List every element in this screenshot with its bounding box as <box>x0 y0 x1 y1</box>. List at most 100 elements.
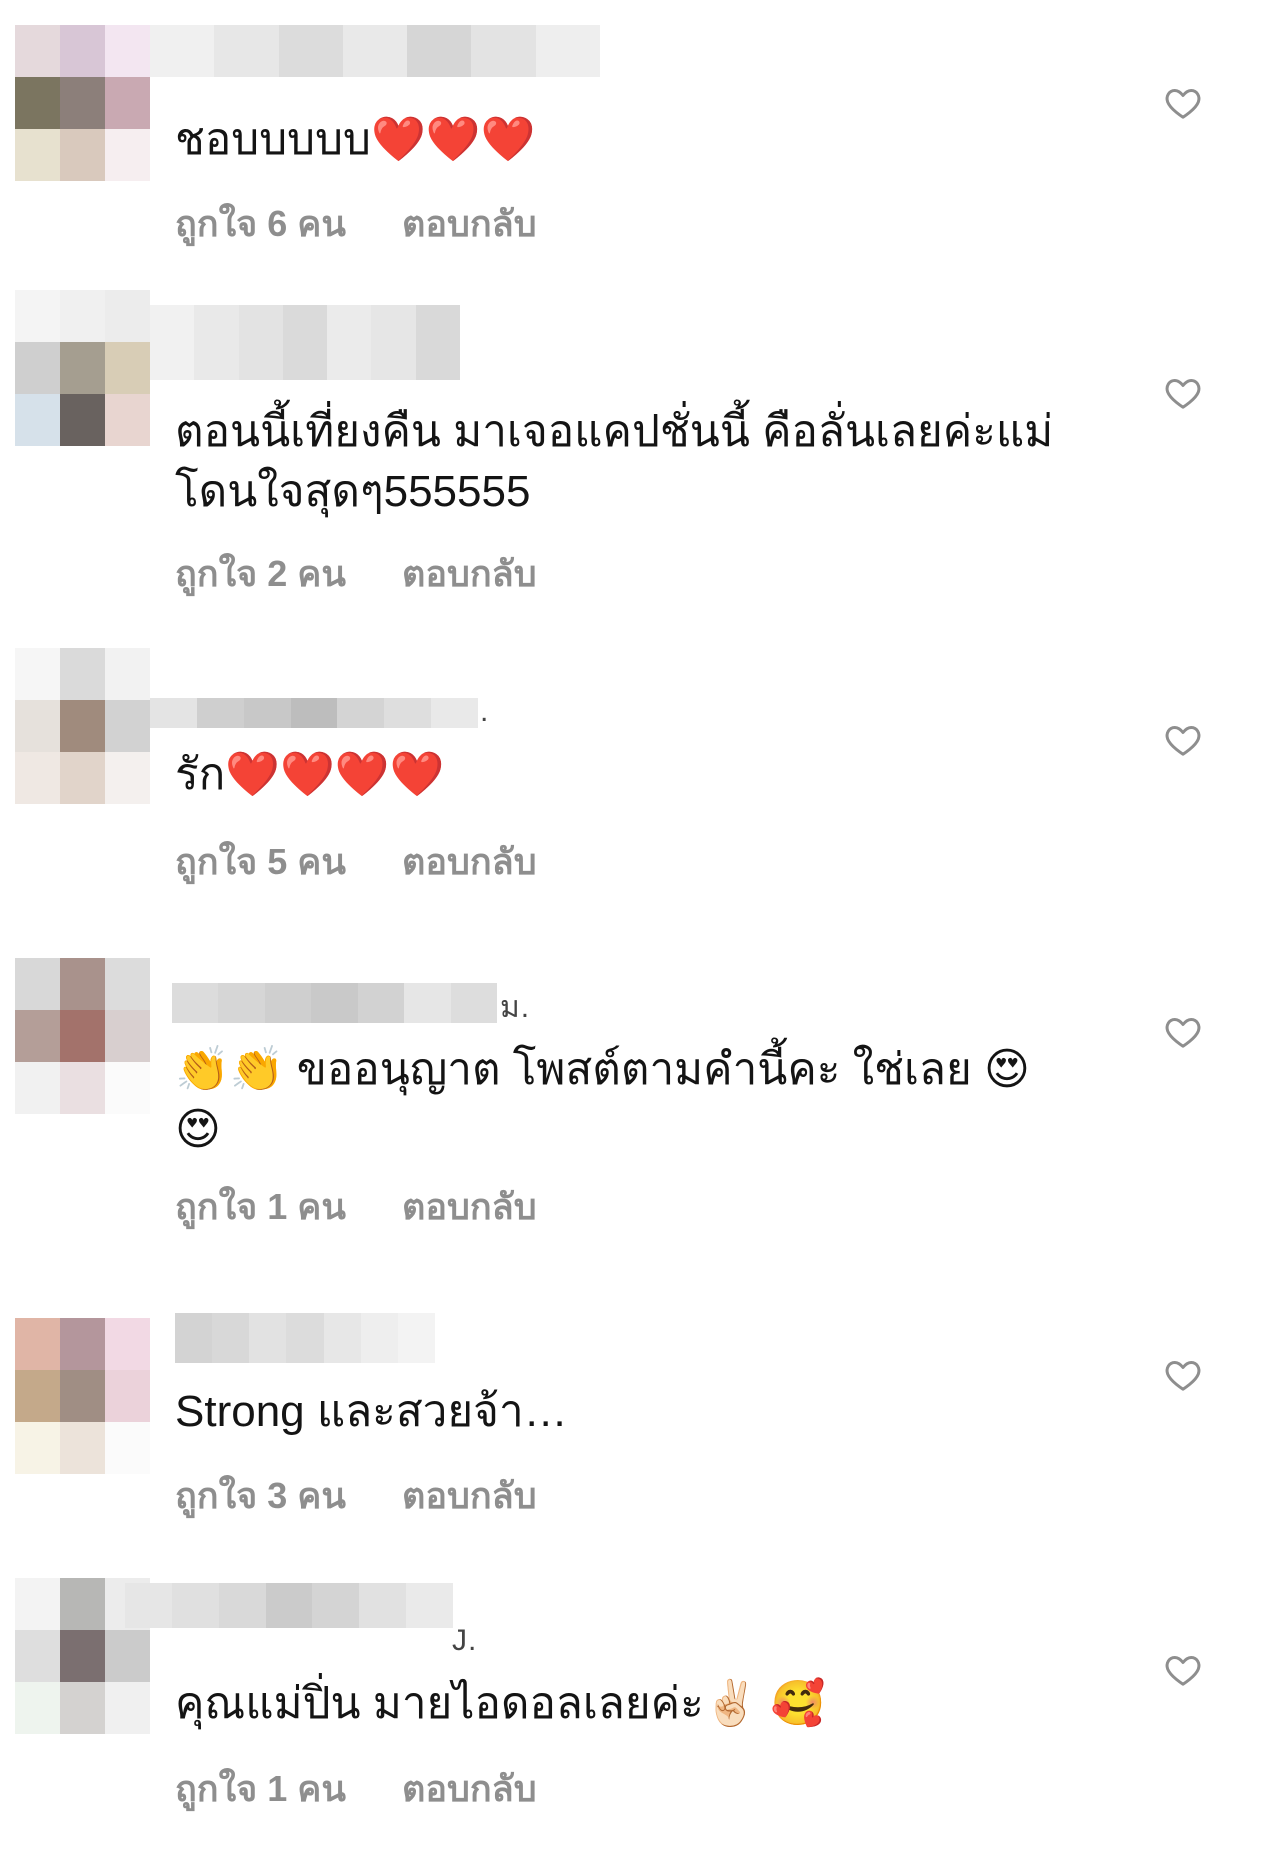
avatar-pixel <box>15 1422 60 1474</box>
username-pixel <box>290 698 338 728</box>
heart-icon[interactable] <box>1163 1355 1203 1395</box>
reply-button[interactable]: ตอบกลับ <box>402 1760 537 1817</box>
avatar[interactable] <box>15 648 150 804</box>
avatar[interactable] <box>15 290 150 446</box>
comment-text: คุณแม่ปิ่น มายไอดอลเลยค่ะ✌🏻 🥰 <box>175 1679 826 1728</box>
username-pixel <box>218 983 265 1023</box>
avatar-pixel <box>60 648 105 700</box>
username-pixel <box>342 25 408 77</box>
avatar-pixel <box>60 1422 105 1474</box>
avatar-pixel <box>15 129 60 181</box>
username-pixel <box>407 25 472 77</box>
avatar-pixel <box>15 342 60 394</box>
avatar-pixel <box>105 1422 150 1474</box>
avatar-pixel <box>105 1370 150 1422</box>
comment-meta: ถูกใจ 2 คน ตอบกลับ <box>175 545 537 602</box>
avatar-pixel <box>105 752 150 804</box>
avatar[interactable] <box>15 25 150 181</box>
avatar-pixel <box>60 129 105 181</box>
like-count[interactable]: ถูกใจ 1 คน <box>175 1760 346 1817</box>
username-pixel <box>359 1583 407 1628</box>
avatar-pixel <box>105 700 150 752</box>
username-blurred[interactable] <box>150 25 600 77</box>
username-pixel <box>360 1313 398 1363</box>
heart-icon[interactable] <box>1163 373 1203 413</box>
username-pixel <box>278 25 343 77</box>
reply-button[interactable]: ตอบกลับ <box>402 1178 537 1235</box>
username-pixel <box>194 305 239 380</box>
username-pixel <box>243 698 291 728</box>
avatar-pixel <box>105 1010 150 1062</box>
heart-icon[interactable] <box>1163 1012 1203 1052</box>
like-count[interactable]: ถูกใจ 3 คน <box>175 1467 346 1524</box>
reply-button[interactable]: ตอบกลับ <box>402 1467 537 1524</box>
username-pixel <box>286 1313 324 1363</box>
username-pixel <box>125 1583 172 1628</box>
avatar-pixel <box>15 77 60 129</box>
reply-button[interactable]: ตอบกลับ <box>402 833 537 890</box>
username-pixel <box>150 698 197 728</box>
avatar-pixel <box>105 1630 150 1682</box>
username-pixel <box>150 305 195 380</box>
heart-icon[interactable] <box>1163 83 1203 123</box>
username-blurred[interactable] <box>125 1583 453 1628</box>
username-blurred[interactable] <box>150 305 460 380</box>
avatar-pixel <box>15 1370 60 1422</box>
comments-page: { "comments": [ { "text": "ชอบบบบบ❤️❤️❤️… <box>0 0 1280 1873</box>
avatar-pixel <box>15 1318 60 1370</box>
avatar-pixel <box>15 700 60 752</box>
avatar-pixel <box>15 1630 60 1682</box>
avatar-pixel <box>60 1682 105 1734</box>
avatar[interactable] <box>15 958 150 1114</box>
like-count[interactable]: ถูกใจ 2 คน <box>175 545 346 602</box>
username-suffix: . <box>480 695 490 728</box>
avatar-pixel <box>105 394 150 446</box>
avatar[interactable] <box>15 1318 150 1474</box>
avatar-pixel <box>15 1062 60 1114</box>
username-pixel <box>282 305 328 380</box>
avatar-pixel <box>60 1318 105 1370</box>
comment-meta: ถูกใจ 1 คน ตอบกลับ <box>175 1760 537 1817</box>
avatar-pixel <box>105 342 150 394</box>
reply-button[interactable]: ตอบกลับ <box>402 195 537 252</box>
comment-text: ชอบบบบบ❤️❤️❤️ <box>175 115 536 164</box>
username-blurred[interactable] <box>175 1313 435 1363</box>
avatar-pixel <box>60 1630 105 1682</box>
comment-meta: ถูกใจ 6 คน ตอบกลับ <box>175 195 537 252</box>
username-pixel <box>431 698 478 728</box>
like-count[interactable]: ถูกใจ 6 คน <box>175 195 346 252</box>
username-pixel <box>196 698 244 728</box>
avatar-pixel <box>60 1370 105 1422</box>
avatar-pixel <box>105 129 150 181</box>
username-blurred[interactable] <box>150 698 478 728</box>
username-pixel <box>312 1583 360 1628</box>
avatar-pixel <box>15 958 60 1010</box>
avatar-pixel <box>60 290 105 342</box>
username-suffix: J. <box>452 1624 478 1657</box>
username-blurred[interactable] <box>172 983 497 1023</box>
heart-icon[interactable] <box>1163 1650 1203 1690</box>
avatar-pixel <box>60 77 105 129</box>
like-count[interactable]: ถูกใจ 5 คน <box>175 833 346 890</box>
username-pixel <box>311 983 358 1023</box>
username-pixel <box>357 983 405 1023</box>
avatar-pixel <box>15 648 60 700</box>
avatar-pixel <box>105 290 150 342</box>
avatar-pixel <box>15 1682 60 1734</box>
username-pixel <box>175 1313 213 1363</box>
username-pixel <box>249 1313 287 1363</box>
username-pixel <box>384 698 432 728</box>
username-pixel <box>397 1313 435 1363</box>
avatar-pixel <box>105 25 150 77</box>
avatar-pixel <box>15 1578 60 1630</box>
username-pixel <box>415 305 460 380</box>
like-count[interactable]: ถูกใจ 1 คน <box>175 1178 346 1235</box>
heart-icon[interactable] <box>1163 720 1203 760</box>
username-pixel <box>450 983 497 1023</box>
comment-text: รัก❤️❤️❤️❤️ <box>175 750 445 799</box>
reply-button[interactable]: ตอบกลับ <box>402 545 537 602</box>
avatar-pixel <box>60 700 105 752</box>
username-pixel <box>172 983 219 1023</box>
comment-text: Strong และสวยจ้า… <box>175 1387 568 1436</box>
username-pixel <box>371 305 416 380</box>
